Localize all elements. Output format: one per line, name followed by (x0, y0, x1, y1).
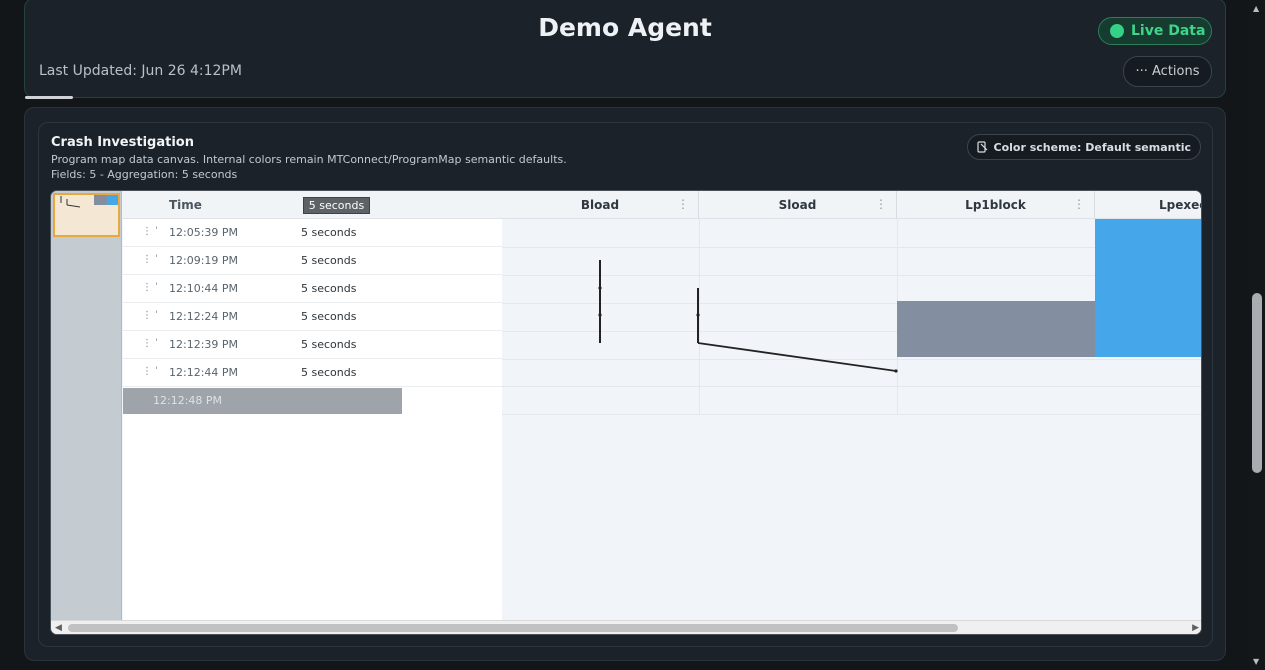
row-aggregation: 5 seconds (301, 366, 357, 379)
minimap[interactable] (51, 191, 122, 621)
row-time: 12:10:44 PM (169, 282, 239, 295)
color-scheme-icon (976, 141, 987, 153)
bload-point (598, 286, 602, 290)
aggregation-select[interactable]: 5 seconds (303, 197, 370, 214)
page-title: Demo Agent (538, 13, 712, 42)
color-scheme-button[interactable]: Color scheme: Default semantic (966, 134, 1201, 160)
agent-header: Demo Agent Last Updated: Jun 26 4:12PM L… (24, 0, 1226, 99)
bload-point (598, 313, 602, 317)
row-time: 12:12:44 PM (169, 366, 239, 379)
panel-fields-meta: Fields: 5 - Aggregation: 5 seconds (51, 168, 238, 181)
drag-handle-icon[interactable]: ⋮ ˈ (142, 339, 158, 349)
vertical-scroll-thumb[interactable] (1252, 293, 1262, 473)
horizontal-scrollbar[interactable]: ◀ ▶ (51, 620, 1201, 634)
live-status-dot-icon (1110, 24, 1124, 38)
drag-handle-icon[interactable]: ⋮ ˈ (142, 367, 158, 377)
scroll-up-icon[interactable]: ▲ (1253, 4, 1259, 13)
program-map-marks (598, 260, 898, 373)
minimap-preview (60, 195, 118, 208)
pending-row-time: 12:12:48 PM (153, 394, 223, 407)
time-header-label: Time (169, 198, 202, 212)
panel-title: Crash Investigation (51, 135, 194, 150)
drag-handle-icon[interactable]: ⋮ ˈ (142, 227, 158, 237)
actions-button[interactable]: ··· Actions (1123, 56, 1212, 87)
live-data-label: Live Data (1131, 23, 1206, 39)
live-data-badge[interactable]: Live Data (1098, 17, 1212, 45)
sload-point (696, 313, 700, 317)
scroll-right-icon[interactable]: ▶ (1192, 623, 1199, 633)
row-aggregation: 5 seconds (301, 310, 357, 323)
minimap-viewport[interactable] (53, 193, 120, 237)
time-column-header: Time 5 seconds (123, 191, 502, 219)
color-scheme-label: Color scheme: Default semantic (993, 140, 1191, 154)
table-row[interactable]: ⋮ ˈ 12:12:24 PM 5 seconds (123, 303, 502, 331)
horizontal-scroll-thumb[interactable] (68, 624, 958, 632)
header-tab-indicator (25, 96, 73, 99)
drag-handle-icon[interactable]: ⋮ ˈ (142, 255, 158, 265)
table-row[interactable]: ⋮ ˈ 12:05:39 PM 5 seconds (123, 219, 502, 247)
drag-handle-icon[interactable]: ⋮ ˈ (142, 283, 158, 293)
row-aggregation: 5 seconds (301, 338, 357, 351)
crash-investigation-panel: Crash Investigation Program map data can… (24, 107, 1226, 661)
table-row[interactable]: ⋮ ˈ 12:09:19 PM 5 seconds (123, 247, 502, 275)
table-row[interactable]: ⋮ ˈ 12:12:39 PM 5 seconds (123, 331, 502, 359)
table-row[interactable]: ⋮ ˈ 12:12:44 PM 5 seconds (123, 359, 502, 387)
vertical-scrollbar[interactable]: ▲ ▼ (1249, 0, 1265, 670)
pending-row: 12:12:48 PM (123, 388, 402, 414)
row-aggregation: 5 seconds (301, 254, 357, 267)
sload-trend-line (697, 342, 897, 372)
actions-label: ··· Actions (1135, 64, 1200, 79)
row-aggregation: 5 seconds (301, 226, 357, 239)
last-updated-text: Last Updated: Jun 26 4:12PM (39, 63, 242, 79)
drag-handle-icon[interactable]: ⋮ ˈ (142, 311, 158, 321)
row-time: 12:05:39 PM (169, 226, 239, 239)
time-column-area: Time 5 seconds ⋮ ˈ 12:05:39 PM 5 seconds… (123, 191, 502, 621)
row-time: 12:09:19 PM (169, 254, 239, 267)
program-map-grid[interactable]: Time 5 seconds ⋮ ˈ 12:05:39 PM 5 seconds… (50, 190, 1202, 635)
row-time: 12:12:24 PM (169, 310, 239, 323)
panel-description: Program map data canvas. Internal colors… (51, 153, 567, 166)
data-columns-area: Bload ⋮ Sload ⋮ Lp1block ⋮ Lpexecu (502, 191, 1201, 621)
program-map-card: Crash Investigation Program map data can… (38, 122, 1213, 647)
table-row[interactable]: ⋮ ˈ 12:10:44 PM 5 seconds (123, 275, 502, 303)
row-time: 12:12:39 PM (169, 338, 239, 351)
scroll-down-icon[interactable]: ▼ (1253, 657, 1259, 666)
row-aggregation: 5 seconds (301, 282, 357, 295)
sload-point (894, 369, 898, 373)
scroll-left-icon[interactable]: ◀ (55, 623, 62, 633)
